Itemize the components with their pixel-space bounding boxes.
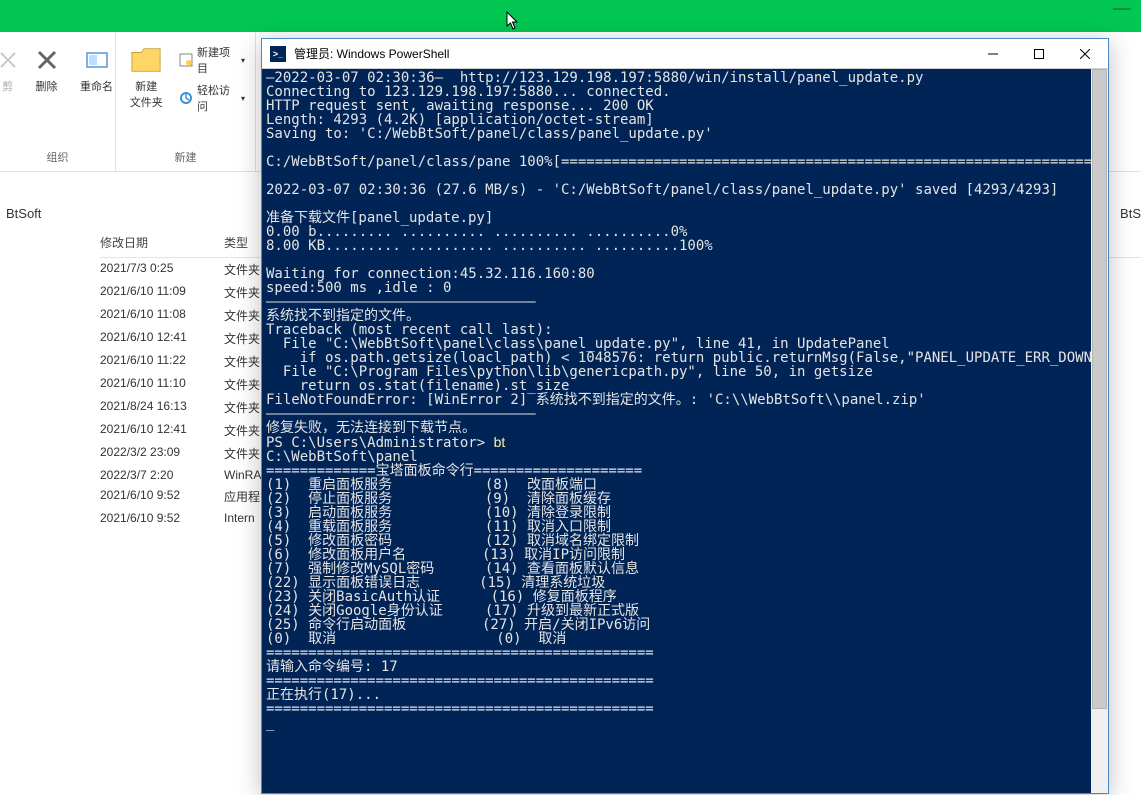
powershell-titlebar[interactable]: >_ 管理员: Windows PowerShell (262, 39, 1108, 69)
cell-date: 2021/8/24 16:13 (100, 399, 224, 416)
new-folder-button[interactable]: 新建 文件夹 (122, 36, 170, 110)
new-item-label: 新建项目 (197, 44, 237, 76)
cursor-icon (506, 11, 520, 31)
rename-label: 重命名 (80, 78, 113, 94)
col-header-date[interactable]: 修改日期 (100, 234, 224, 251)
cell-date: 2022/3/7 2:20 (100, 468, 224, 482)
cell-date: 2021/6/10 11:08 (100, 307, 224, 324)
cut-button[interactable]: 剪 (0, 36, 20, 94)
delete-icon (33, 46, 61, 74)
window-minimize-button[interactable] (970, 39, 1016, 69)
dropdown-icon: ▾ (241, 94, 245, 103)
dropdown-icon: ▾ (241, 56, 245, 65)
close-icon (1080, 49, 1090, 59)
terminal-content[interactable]: —2022-03-07 02:30:36— http://123.129.198… (262, 69, 1091, 793)
folder-icon (130, 46, 162, 74)
cell-date: 2021/6/10 9:52 (100, 488, 224, 505)
cell-date: 2022/3/2 23:09 (100, 445, 224, 462)
cut-icon (0, 49, 19, 71)
rename-button[interactable]: 重命名 (74, 36, 120, 94)
minimize-icon (988, 49, 998, 59)
scrollbar-thumb[interactable] (1092, 69, 1107, 709)
app-titlebar (0, 0, 1141, 32)
easy-access-button[interactable]: 轻松访问 ▾ (174, 80, 249, 116)
cut-label: 剪 (2, 78, 13, 94)
ribbon-group-new-label: 新建 (175, 149, 197, 167)
cell-date: 2021/6/10 11:10 (100, 376, 224, 393)
rename-icon (84, 47, 110, 73)
delete-button[interactable]: 删除 (24, 36, 70, 94)
easy-access-label: 轻松访问 (197, 82, 237, 114)
maximize-icon (1034, 49, 1044, 59)
breadcrumb[interactable]: BtSoft (6, 206, 41, 221)
cell-date: 2021/6/10 12:41 (100, 330, 224, 347)
powershell-window: >_ 管理员: Windows PowerShell —2022-03-07 0… (261, 38, 1109, 794)
scrollbar[interactable] (1091, 69, 1108, 793)
cell-date: 2021/6/10 11:22 (100, 353, 224, 370)
new-folder-label: 新建 文件夹 (130, 78, 163, 110)
right-edge-partial-text: BtS (1116, 206, 1141, 221)
delete-label: 删除 (36, 78, 58, 94)
ribbon-group-organize-label: 组织 (47, 149, 69, 167)
window-maximize-button[interactable] (1016, 39, 1062, 69)
powershell-title: 管理员: Windows PowerShell (294, 45, 970, 62)
powershell-body: —2022-03-07 02:30:36— http://123.129.198… (262, 69, 1108, 793)
minimize-indicator[interactable] (1113, 8, 1131, 10)
cell-date: 2021/6/10 9:52 (100, 511, 224, 525)
cell-date: 2021/6/10 11:09 (100, 284, 224, 301)
cell-date: 2021/6/10 12:41 (100, 422, 224, 439)
new-item-button[interactable]: 新建项目 ▾ (174, 42, 249, 78)
new-item-icon (178, 52, 193, 68)
cell-date: 2021/7/3 0:25 (100, 261, 224, 278)
powershell-icon: >_ (270, 46, 286, 62)
window-close-button[interactable] (1062, 39, 1108, 69)
easy-access-icon (178, 90, 193, 106)
